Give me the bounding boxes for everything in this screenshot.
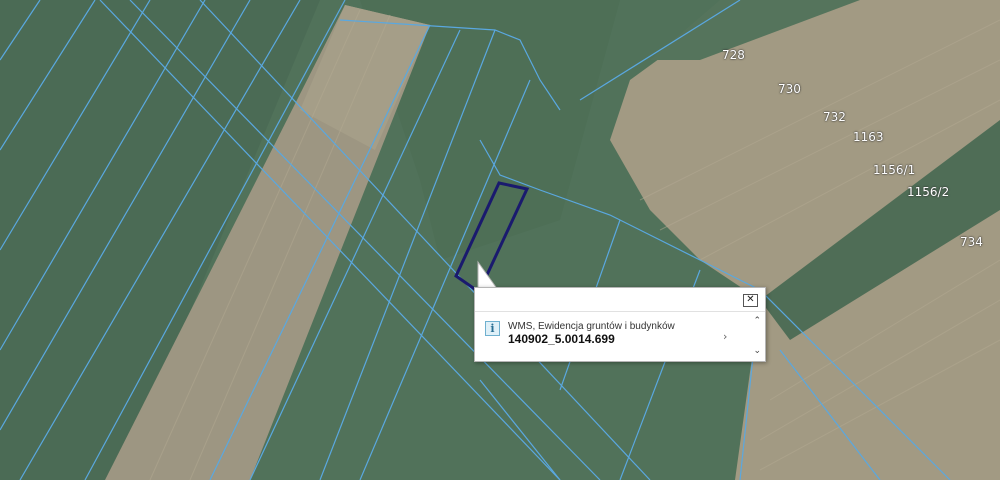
map-canvas[interactable] xyxy=(0,0,1000,480)
feature-id: 140902_5.0014.699 xyxy=(508,332,615,346)
close-button[interactable]: ✕ xyxy=(743,294,758,307)
scroll-up-button[interactable]: ⌃ xyxy=(753,316,761,326)
feature-info-popup: ✕ i WMS, Ewidencja gruntów i budynków 14… xyxy=(474,287,766,362)
parcel-label-732[interactable]: 732 xyxy=(823,110,846,124)
parcel-label-1163[interactable]: 1163 xyxy=(853,130,884,144)
layer-name: WMS, Ewidencja gruntów i budynków xyxy=(508,321,675,332)
parcel-label-1156-2[interactable]: 1156/2 xyxy=(907,185,949,199)
popup-divider xyxy=(475,311,765,312)
parcel-label-1156-1[interactable]: 1156/1 xyxy=(873,163,915,177)
scroll-down-button[interactable]: ⌄ xyxy=(753,346,761,356)
parcel-label-730[interactable]: 730 xyxy=(778,82,801,96)
expand-details-button[interactable]: › xyxy=(723,330,727,343)
info-icon: i xyxy=(485,321,500,336)
parcel-label-734[interactable]: 734 xyxy=(960,235,983,249)
parcel-label-728[interactable]: 728 xyxy=(722,48,745,62)
